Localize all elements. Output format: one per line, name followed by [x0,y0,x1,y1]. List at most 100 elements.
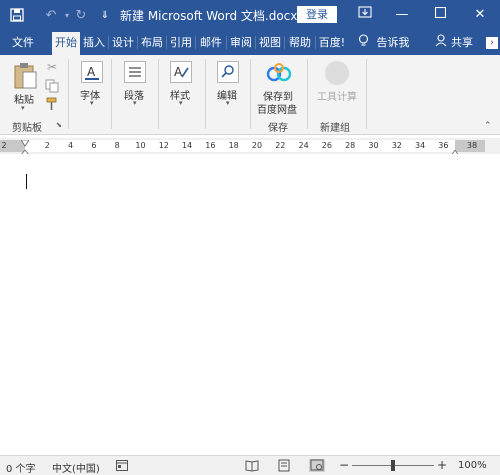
ribbon: 粘贴 ▾ ✂ 剪贴板 ⬊ A 字体 ▾ 段落 ▾ A 样式 ▾ 编辑 ▾ 保存到… [0,55,500,135]
horizontal-ruler[interactable]: 2 2 4 6 8 10 12 14 16 18 20 22 24 26 28 30 32 34 36 38 [0,137,500,159]
paragraph-dropdown-icon[interactable]: ▾ [133,99,137,107]
paste-icon[interactable] [13,62,37,90]
group-divider [307,59,308,129]
zoom-in-button[interactable]: + [437,458,447,472]
tab-help[interactable]: 帮助 [287,34,313,51]
ruler-tick-label: 26 [321,141,332,150]
tab-divider [284,36,285,49]
tab-mailings[interactable]: 邮件 [198,34,224,51]
document-title: 新建 Microsoft Word 文档.docx... [120,9,309,23]
tab-divider [195,36,196,49]
ribbon-display-options-icon[interactable] [355,6,375,24]
baidu-netdisk-icon[interactable] [266,62,292,84]
ruler-tick-label: 36 [438,141,449,150]
ruler-tick-label: 20 [251,141,263,150]
ruler-tick-label: 28 [345,141,356,150]
zoom-slider-thumb[interactable] [391,460,395,471]
ruler-tick-label: 8 [114,141,120,150]
web-layout-icon[interactable] [309,459,325,472]
ruler-tick-label: 2 [1,141,7,150]
tab-divider [255,36,256,49]
ruler-tick-label: 10 [135,141,146,150]
ruler-tick-label: 14 [182,141,193,150]
group-divider [366,59,367,129]
print-layout-icon[interactable] [276,459,292,472]
word-count[interactable]: 0 个字 [6,460,36,475]
clipboard-launcher-icon[interactable]: ⬊ [56,121,64,129]
ruler-tick-label: 30 [368,141,379,150]
group-divider [205,59,206,129]
read-mode-icon[interactable] [244,459,260,472]
language-indicator[interactable]: 中文(中国) [52,460,100,475]
font-icon[interactable]: A [81,61,103,83]
tell-me-search[interactable]: 告诉我 [375,34,411,51]
ruler-tick-label: 24 [298,141,309,150]
tab-layout[interactable]: 布局 [140,34,164,51]
save-icon[interactable] [8,7,26,23]
ruler-tick-label: 16 [205,141,216,150]
tool-calc-label: 工具计算 [317,92,357,103]
styles-icon[interactable]: A [170,61,192,83]
ruler-tick-label: 38 [466,141,478,150]
group-divider [111,59,112,129]
tab-references[interactable]: 引用 [169,34,193,51]
minimize-button[interactable]: — [392,6,412,24]
save-group-label: 保存 [268,123,288,134]
clipboard-group-label: 剪贴板 [12,123,42,134]
tab-file[interactable]: 文件 [6,34,40,51]
scroll-tabs-right-icon[interactable]: › [486,37,498,49]
ruler-tick-label: 12 [158,141,169,150]
new-group-label: 新建组 [320,123,350,134]
tab-divider [226,36,227,49]
close-button[interactable]: ✕ [470,6,490,24]
ruler-tick-label: 32 [391,141,402,150]
zoom-out-button[interactable]: − [339,458,349,472]
tab-baidu[interactable]: 百度! [317,34,347,51]
editing-dropdown-icon[interactable]: ▾ [226,99,230,107]
paragraph-icon[interactable] [124,61,146,83]
ruler-tick-label: 22 [275,141,286,150]
maximize-button[interactable] [430,6,450,24]
group-divider [68,59,69,129]
document-page[interactable] [0,154,500,455]
customize-toolbar-icon[interactable]: ⇓ [96,7,114,23]
ruler-tick-label: 18 [228,141,239,150]
format-painter-icon[interactable] [45,97,59,111]
tab-divider [108,36,109,49]
tab-review[interactable]: 审阅 [229,34,253,51]
first-line-indent-marker[interactable] [20,137,30,147]
login-button[interactable]: 登录 [297,6,337,23]
svg-text:A: A [87,65,96,79]
svg-text:A: A [174,65,183,79]
copy-icon[interactable] [45,79,59,93]
tab-design[interactable]: 设计 [111,34,135,51]
styles-dropdown-icon[interactable]: ▾ [179,99,183,107]
macro-icon[interactable] [116,460,128,471]
status-bar: 0 个字 中文(中国) − + 100% [0,455,500,475]
right-indent-marker[interactable] [450,147,460,157]
ruler-tick-label: 34 [415,141,426,150]
tab-divider [137,36,138,49]
ruler-tick-label: 4 [68,141,74,150]
group-divider [250,59,251,129]
cut-icon[interactable]: ✂ [45,60,59,74]
title-bar: ↶ ▾ ↻ ⇓ 新建 Microsoft Word 文档.docx... 登录 … [0,0,500,30]
font-dropdown-icon[interactable]: ▾ [90,99,94,107]
ruler-text-area [25,140,455,152]
collapse-ribbon-icon[interactable]: ⌃ [484,121,492,131]
paste-dropdown-icon[interactable]: ▾ [21,104,25,112]
save-to-baidu-label-2[interactable]: 百度网盘 [257,101,297,116]
redo-icon[interactable]: ↻ [72,7,90,23]
user-icon[interactable] [434,34,448,51]
text-cursor [26,174,27,189]
zoom-level[interactable]: 100% [458,460,487,471]
editing-icon[interactable] [217,61,239,83]
ribbon-tabs: 文件 开始 插入 设计 布局 引用 邮件 审阅 视图 帮助 百度! 告诉我 共享… [0,30,500,55]
tab-view[interactable]: 视图 [258,34,282,51]
tab-insert[interactable]: 插入 [82,34,106,51]
tab-home[interactable]: 开始 [52,32,80,55]
ruler-tick-label: 6 [91,141,97,150]
lightbulb-icon[interactable] [355,34,371,51]
tab-divider [166,36,167,49]
share-button[interactable]: 共享 [449,34,475,51]
